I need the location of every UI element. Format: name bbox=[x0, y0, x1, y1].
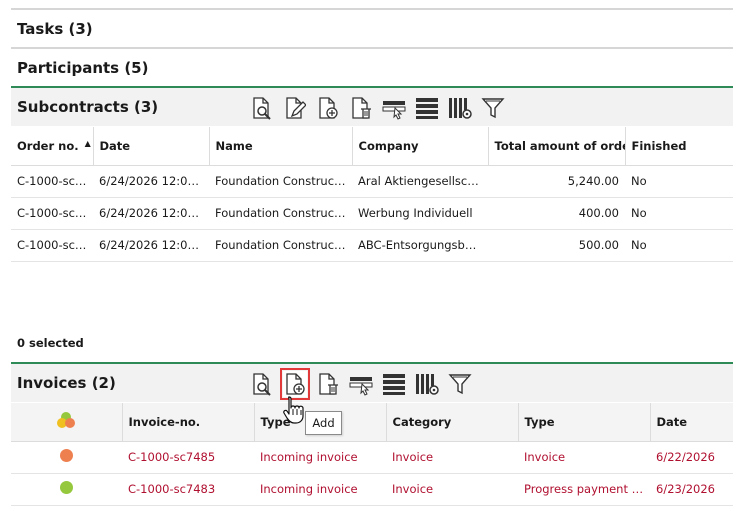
invoices-section-header: Invoices (2) bbox=[11, 362, 733, 402]
status-dot bbox=[60, 481, 73, 494]
status-dot bbox=[60, 449, 73, 462]
col-header-date[interactable]: Date bbox=[93, 127, 210, 165]
list-view-icon[interactable] bbox=[382, 371, 406, 397]
cell-total-amount: 500.00 bbox=[488, 229, 625, 262]
col-header-company[interactable]: Company bbox=[352, 127, 489, 165]
col-header-date[interactable]: Date bbox=[650, 403, 733, 441]
column-settings-icon[interactable] bbox=[415, 371, 439, 397]
cell-order-no: C-1000-sc7... bbox=[11, 229, 93, 262]
cell-type-2: Progress payment inv... bbox=[518, 473, 650, 506]
subcontracts-table: Order no. ▲ Date Name Company Total amoun… bbox=[11, 127, 733, 262]
cell-finished: No bbox=[625, 229, 733, 262]
delete-icon[interactable] bbox=[316, 371, 340, 397]
table-row[interactable]: C-1000-sc7... 6/24/2026 12:00 AM Foundat… bbox=[11, 165, 733, 198]
subcontracts-title: Subcontracts (3) bbox=[17, 98, 159, 116]
delete-icon[interactable] bbox=[349, 95, 373, 121]
cell-finished: No bbox=[625, 165, 733, 198]
filter-icon[interactable] bbox=[448, 371, 472, 397]
column-settings-icon[interactable] bbox=[448, 95, 472, 121]
participants-title: Participants (5) bbox=[17, 59, 149, 77]
cell-type: Incoming invoice bbox=[254, 473, 386, 506]
table-row[interactable]: C-1000-sc7485 Incoming invoice Invoice I… bbox=[11, 441, 733, 474]
table-row[interactable]: C-1000-sc7483 Incoming invoice Invoice P… bbox=[11, 473, 733, 506]
invoices-toolbar bbox=[250, 368, 481, 400]
filter-icon[interactable] bbox=[481, 95, 505, 121]
hand-cursor-icon bbox=[283, 396, 304, 424]
view-details-icon[interactable] bbox=[250, 95, 274, 121]
view-details-icon[interactable] bbox=[250, 371, 274, 397]
col-header-status[interactable] bbox=[11, 403, 123, 441]
col-header-name[interactable]: Name bbox=[209, 127, 353, 165]
add-icon[interactable] bbox=[316, 95, 340, 121]
cell-finished: No bbox=[625, 197, 733, 230]
selected-count: 0 selected bbox=[17, 336, 84, 350]
cell-date: 6/24/2026 12:00 AM bbox=[93, 229, 209, 262]
cell-total-amount: 400.00 bbox=[488, 197, 625, 230]
cell-date: 6/24/2026 12:00 AM bbox=[93, 197, 209, 230]
cell-total-amount: 5,240.00 bbox=[488, 165, 625, 198]
cell-type-2: Invoice bbox=[518, 441, 650, 474]
cell-invoice-no[interactable]: C-1000-sc7485 bbox=[122, 441, 254, 474]
cell-category: Invoice bbox=[386, 441, 518, 474]
cell-invoice-no[interactable]: C-1000-sc7483 bbox=[122, 473, 254, 506]
cell-date: 6/24/2026 12:00 AM bbox=[93, 165, 209, 198]
cell-name: Foundation Construction bbox=[209, 197, 352, 230]
col-header-order-no[interactable]: Order no. ▲ bbox=[11, 127, 94, 165]
cell-order-no: C-1000-sc7... bbox=[11, 165, 93, 198]
cell-date: 6/23/2026 bbox=[650, 473, 733, 506]
col-header-invoice-no[interactable]: Invoice-no. bbox=[122, 403, 255, 441]
cell-date: 6/22/2026 bbox=[650, 441, 733, 474]
cell-name: Foundation Constructio... bbox=[209, 229, 352, 262]
select-icon[interactable] bbox=[349, 371, 373, 397]
table-row[interactable]: C-1000-sc7... 6/24/2026 12:00 AM Foundat… bbox=[11, 229, 733, 262]
cell-company: Aral Aktiengesellschaft bbox=[352, 165, 488, 198]
invoices-table: Invoice-no. Type Category Type Date C-10… bbox=[11, 403, 733, 506]
tasks-title: Tasks (3) bbox=[17, 20, 93, 38]
edit-icon[interactable] bbox=[283, 95, 307, 121]
col-header-category[interactable]: Category bbox=[386, 403, 519, 441]
cell-status bbox=[11, 441, 122, 474]
cell-category: Invoice bbox=[386, 473, 518, 506]
cell-company: Werbung Individuell bbox=[352, 197, 488, 230]
cell-status bbox=[11, 473, 122, 506]
select-icon[interactable] bbox=[382, 95, 406, 121]
table-row[interactable]: C-1000-sc7... 6/24/2026 12:00 AM Foundat… bbox=[11, 197, 733, 230]
table-header-row: Invoice-no. Type Category Type Date bbox=[11, 403, 733, 441]
list-view-icon[interactable] bbox=[415, 95, 439, 121]
cell-name: Foundation Constructio... bbox=[209, 165, 352, 198]
col-header-finished[interactable]: Finished bbox=[625, 127, 733, 165]
col-header-total-amount[interactable]: Total amount of order bbox=[488, 127, 626, 165]
participants-section-header[interactable]: Participants (5) bbox=[11, 47, 733, 87]
cell-type: Incoming invoice bbox=[254, 441, 386, 474]
status-icon bbox=[57, 412, 76, 429]
cell-company: ABC-Entsorgungsbetr... bbox=[352, 229, 488, 262]
subcontracts-toolbar bbox=[250, 95, 514, 121]
invoices-title: Invoices (2) bbox=[17, 374, 116, 392]
tasks-section-header[interactable]: Tasks (3) bbox=[11, 8, 733, 48]
subcontracts-section-header: Subcontracts (3) bbox=[11, 86, 733, 126]
sort-ascending-icon: ▲ bbox=[84, 138, 91, 148]
add-tooltip: Add bbox=[305, 411, 342, 435]
table-header-row: Order no. ▲ Date Name Company Total amoun… bbox=[11, 127, 733, 165]
col-header-type-2[interactable]: Type bbox=[518, 403, 651, 441]
add-icon[interactable] bbox=[280, 368, 310, 400]
cell-order-no: C-1000-sc7... bbox=[11, 197, 93, 230]
